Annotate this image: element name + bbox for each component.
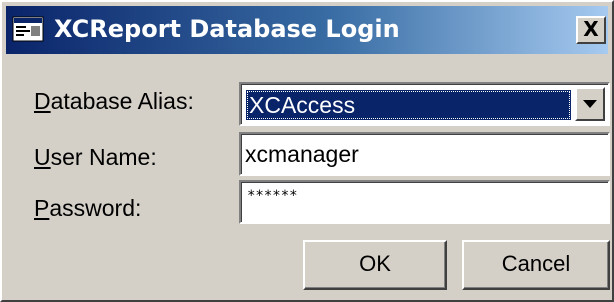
ok-button[interactable]: OK [303, 240, 447, 290]
close-icon: X [583, 17, 599, 41]
password-field[interactable]: ****** [239, 180, 610, 224]
login-dialog: XCReport Database Login X Database Alias… [0, 0, 614, 302]
window-title: XCReport Database Login [54, 15, 400, 43]
database-alias-label: Database Alias: [34, 88, 194, 115]
password-label-text: assword: [49, 195, 142, 221]
database-alias-label-text: atabase Alias: [50, 88, 194, 114]
password-label: Password: [34, 195, 141, 222]
user-name-label-text: ser Name: [50, 144, 157, 170]
password-masked-value[interactable]: ****** [247, 188, 298, 204]
database-alias-value: XCAccess [246, 90, 571, 120]
user-name-label: User Name: [34, 144, 157, 171]
user-name-mnemonic: U [34, 144, 51, 170]
app-window-icon [12, 15, 44, 43]
close-button[interactable]: X [576, 16, 606, 44]
database-alias-select[interactable]: XCAccess [239, 82, 610, 126]
password-mnemonic: P [34, 195, 50, 221]
title-bar[interactable]: XCReport Database Login X [6, 6, 608, 54]
cancel-button[interactable]: Cancel [462, 240, 610, 290]
user-name-field[interactable] [239, 132, 610, 176]
chevron-down-icon [583, 100, 597, 108]
database-alias-mnemonic: D [34, 88, 51, 114]
dropdown-button[interactable] [575, 87, 605, 121]
user-name-input[interactable] [245, 140, 595, 168]
